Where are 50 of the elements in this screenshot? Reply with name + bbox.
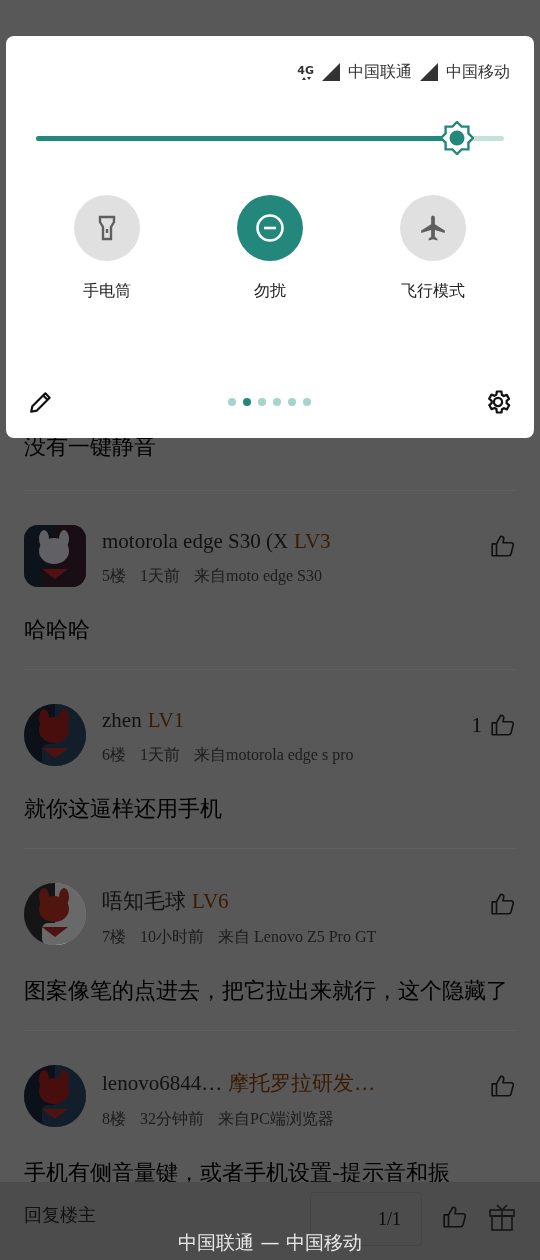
user-level-label: 摩托罗拉研发…	[228, 1070, 376, 1097]
minus-circle-icon	[255, 213, 285, 243]
like-count: 1	[471, 712, 482, 738]
device-source: 来自moto edge S30	[194, 566, 322, 587]
page-dot[interactable]	[257, 398, 266, 406]
reply-field[interactable]: 回复楼主	[24, 1192, 290, 1225]
post-time: 1天前	[140, 745, 180, 765]
user-name[interactable]: 唔知毛球	[102, 887, 186, 915]
like-icon[interactable]	[490, 712, 516, 738]
user-level-label: LV1	[147, 708, 185, 733]
gift-icon[interactable]	[488, 1202, 516, 1232]
device-source: 来自PC端浏览器	[218, 1109, 334, 1129]
toggle-label: 手电筒	[83, 281, 132, 302]
floor-number: 6楼	[102, 745, 126, 765]
brightness-icon[interactable]	[440, 121, 475, 155]
pencil-icon[interactable]	[28, 389, 54, 415]
like-icon[interactable]	[490, 891, 516, 917]
device-source: 来自 Lenovo Z5 Pro GT	[218, 927, 377, 947]
floor-number: 5楼	[102, 566, 126, 586]
signal-icon	[420, 63, 438, 81]
page-dot[interactable]	[227, 398, 236, 406]
post-time: 1天前	[140, 566, 180, 586]
data-arrows-icon	[300, 75, 311, 80]
user-name[interactable]: lenovo6844…	[102, 1071, 223, 1096]
toggle-label: 勿扰	[254, 281, 286, 302]
user-name[interactable]: motorola edge S30 (X	[102, 529, 289, 554]
comment-text: 就你这逼样还用手机	[24, 795, 223, 823]
carrier-name: 中国移动	[446, 61, 510, 83]
network-type: 4G	[297, 64, 314, 76]
floor-number: 7楼	[102, 927, 126, 947]
page-dot[interactable]	[272, 398, 281, 406]
comment-text: 哈哈哈	[24, 616, 91, 644]
carrier-name: 中国联通	[348, 61, 412, 83]
comment-text: 图案像笔的点进去，把它拉出来就行，这个隐藏了	[24, 977, 509, 1005]
toggle-label: 飞行模式	[400, 281, 465, 302]
like-icon[interactable]	[490, 533, 516, 559]
post-time: 10小时前	[140, 927, 204, 947]
like-icon[interactable]	[442, 1204, 468, 1230]
user-level-label: LV6	[192, 889, 229, 914]
user-name[interactable]: zhen	[102, 708, 142, 733]
post-time: 32分钟前	[140, 1109, 204, 1129]
page-dot[interactable]	[287, 398, 296, 406]
flashlight-icon	[98, 215, 117, 241]
page-dot[interactable]	[242, 398, 251, 406]
device-source: 来自motorola edge s pro	[194, 745, 354, 766]
page-dot[interactable]	[302, 398, 311, 406]
signal-icon	[322, 63, 340, 81]
like-icon[interactable]	[490, 1073, 516, 1099]
floor-number: 8楼	[102, 1109, 126, 1129]
user-level-label: LV3	[294, 529, 331, 554]
